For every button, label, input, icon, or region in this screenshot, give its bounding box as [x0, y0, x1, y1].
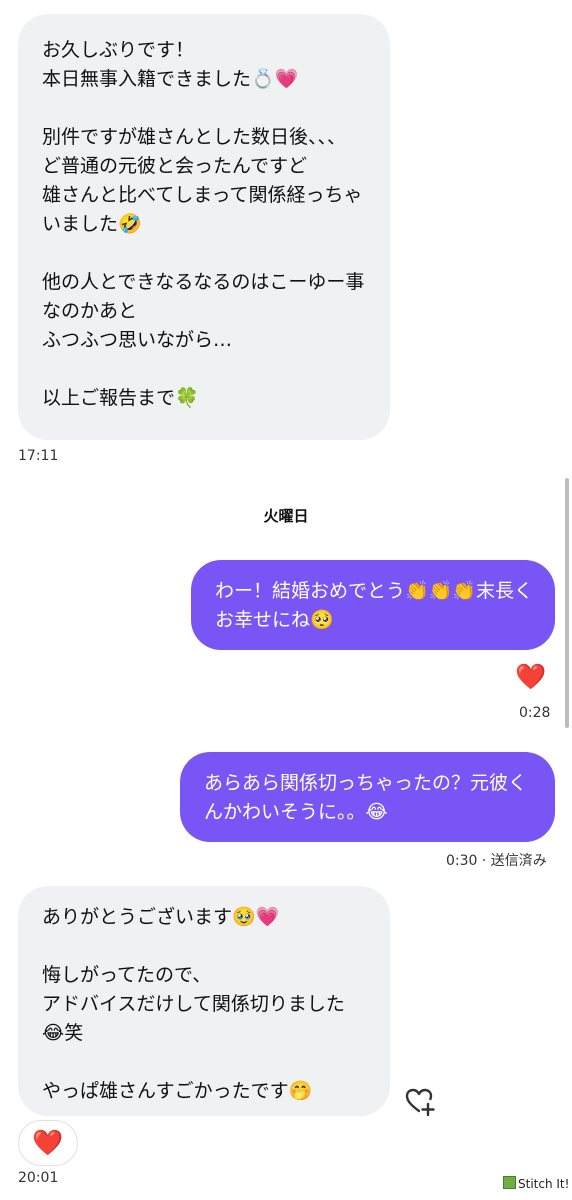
- reaction-heart-icon[interactable]: ❤️: [515, 662, 546, 692]
- stitch-logo-icon: [503, 1176, 516, 1189]
- reaction-heart-icon: ❤️: [32, 1128, 64, 1157]
- watermark: Stitch It!: [503, 1176, 569, 1191]
- message-bubble-incoming[interactable]: ありがとうございます🥹💗 悔しがってたので、 アドバイスだけして関係切りました😂…: [18, 886, 390, 1116]
- message-timestamp: 17:11: [18, 448, 59, 464]
- message-bubble-outgoing[interactable]: あらあら関係切っちゃったの？元彼くんかわいそうに。。😂: [180, 752, 555, 842]
- reaction-badge[interactable]: ❤️: [18, 1120, 78, 1166]
- scrollbar[interactable]: [565, 478, 569, 728]
- message-timestamp: 0:28: [519, 705, 551, 721]
- message-timestamp: 20:01: [18, 1170, 59, 1186]
- message-bubble-incoming[interactable]: お久しぶりです！ 本日無事入籍できました💍💗 別件ですが雄さんとした数日後、、、…: [18, 14, 390, 440]
- day-divider: 火曜日: [263, 507, 309, 525]
- watermark-text: Stitch It!: [518, 1177, 570, 1191]
- heart-plus-icon[interactable]: [403, 1084, 437, 1118]
- message-status: 0:30 · 送信済み: [446, 853, 547, 869]
- message-bubble-outgoing[interactable]: わー！結婚おめでとう👏👏👏末長くお幸せにね🥺: [191, 560, 555, 650]
